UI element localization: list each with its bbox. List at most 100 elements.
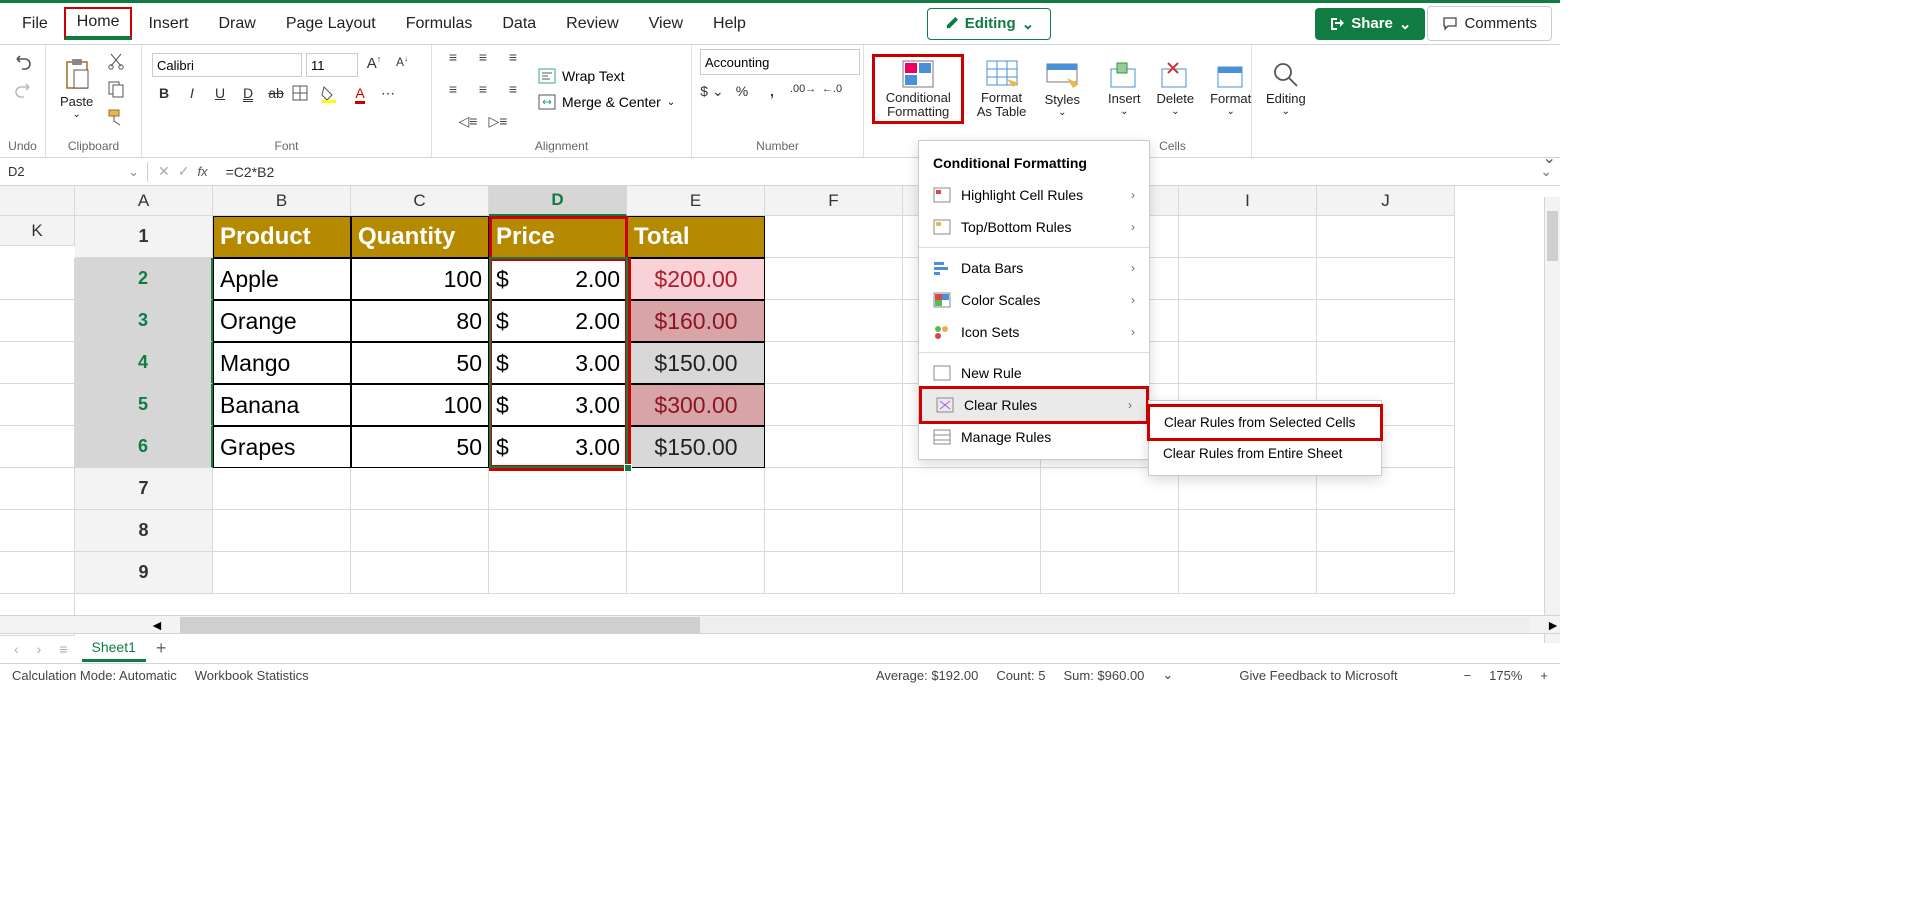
tab-nav-prev[interactable]: ‹: [10, 641, 23, 657]
cell[interactable]: [351, 510, 489, 552]
cell[interactable]: Mango: [213, 342, 351, 384]
cell[interactable]: Quantity: [351, 216, 489, 258]
calc-mode[interactable]: Calculation Mode: Automatic: [12, 668, 177, 683]
cell[interactable]: [1041, 552, 1179, 594]
fx-icon[interactable]: fx: [197, 164, 207, 179]
share-button[interactable]: Share ⌄: [1315, 8, 1425, 40]
italic-button[interactable]: I: [180, 85, 204, 107]
cell[interactable]: 50: [351, 342, 489, 384]
cell[interactable]: Orange: [213, 300, 351, 342]
cell[interactable]: [765, 216, 903, 258]
cell[interactable]: $300.00: [627, 384, 765, 426]
cell[interactable]: [213, 510, 351, 552]
row-header[interactable]: 5: [75, 384, 213, 426]
align-top-button[interactable]: ≡: [440, 44, 466, 70]
cell[interactable]: [1317, 342, 1455, 384]
cell[interactable]: [213, 468, 351, 510]
cell[interactable]: [765, 342, 903, 384]
cf-icon-sets[interactable]: Icon Sets›: [919, 316, 1149, 348]
cell[interactable]: [627, 510, 765, 552]
row-header[interactable]: 7: [75, 468, 213, 510]
font-color-button[interactable]: A: [348, 85, 372, 107]
cell[interactable]: [0, 300, 75, 342]
row-header[interactable]: 2: [75, 258, 213, 300]
merge-center-button[interactable]: Merge & Center ⌄: [538, 94, 675, 110]
underline-button[interactable]: U: [208, 85, 232, 107]
editing-group-button[interactable]: Editing⌄: [1260, 59, 1312, 119]
cell[interactable]: [0, 552, 75, 594]
number-format-select[interactable]: [700, 49, 860, 75]
cell[interactable]: [489, 510, 627, 552]
cell[interactable]: [0, 468, 75, 510]
cell[interactable]: 100: [351, 384, 489, 426]
clear-rules-selected-cells[interactable]: Clear Rules from Selected Cells: [1147, 404, 1383, 441]
cell[interactable]: $150.00: [627, 342, 765, 384]
tab-page-layout[interactable]: Page Layout: [272, 7, 390, 41]
delete-cells-button[interactable]: Delete⌄: [1151, 59, 1201, 119]
cell[interactable]: [1317, 510, 1455, 552]
tab-home[interactable]: Home: [64, 7, 133, 40]
cell[interactable]: [1179, 342, 1317, 384]
decrease-decimal-button[interactable]: ←.0: [820, 83, 844, 105]
font-name-select[interactable]: [152, 53, 302, 77]
font-size-select[interactable]: [306, 53, 358, 77]
add-sheet-button[interactable]: +: [156, 638, 167, 659]
feedback-link[interactable]: Give Feedback to Microsoft: [1239, 668, 1397, 683]
workbook-stats[interactable]: Workbook Statistics: [195, 668, 309, 683]
cf-data-bars[interactable]: Data Bars›: [919, 252, 1149, 284]
row-header[interactable]: 8: [75, 510, 213, 552]
wrap-text-button[interactable]: Wrap Text: [538, 68, 625, 84]
cell[interactable]: [0, 258, 75, 300]
mode-editing-button[interactable]: Editing ⌄: [927, 8, 1051, 40]
more-font-button[interactable]: ⋯: [376, 85, 400, 107]
tab-view[interactable]: View: [635, 7, 697, 41]
zoom-level[interactable]: 175%: [1489, 668, 1522, 683]
tab-file[interactable]: File: [8, 7, 62, 41]
cell-styles-button[interactable]: Styles ⌄: [1039, 58, 1086, 120]
cell[interactable]: [489, 468, 627, 510]
cell[interactable]: [0, 384, 75, 426]
column-header[interactable]: B: [213, 186, 351, 216]
cell[interactable]: $3.00: [489, 426, 627, 468]
column-header[interactable]: E: [627, 186, 765, 216]
cell[interactable]: [1179, 510, 1317, 552]
cell[interactable]: [1041, 510, 1179, 552]
cell[interactable]: $2.00: [489, 300, 627, 342]
align-bottom-button[interactable]: ≡: [500, 44, 526, 70]
column-header[interactable]: K: [0, 216, 75, 246]
name-box[interactable]: D2⌄: [0, 162, 148, 182]
currency-button[interactable]: $ ⌄: [700, 83, 724, 105]
cf-clear-rules[interactable]: Clear Rules›: [919, 386, 1149, 424]
cell[interactable]: [0, 510, 75, 552]
percent-button[interactable]: %: [730, 83, 754, 105]
row-header[interactable]: 6: [75, 426, 213, 468]
strikethrough-button[interactable]: ab: [264, 85, 288, 107]
status-options[interactable]: ⌄: [1162, 667, 1173, 683]
align-middle-button[interactable]: ≡: [470, 44, 496, 70]
cell[interactable]: [0, 426, 75, 468]
increase-font-button[interactable]: A↑: [362, 54, 386, 76]
align-center-button[interactable]: ≡: [470, 76, 496, 102]
cell[interactable]: [1317, 216, 1455, 258]
fill-color-button[interactable]: [320, 85, 344, 107]
cell[interactable]: [1317, 258, 1455, 300]
row-header[interactable]: 4: [75, 342, 213, 384]
cell[interactable]: Total: [627, 216, 765, 258]
cell[interactable]: Product: [213, 216, 351, 258]
tab-review[interactable]: Review: [552, 7, 632, 41]
cell[interactable]: 50: [351, 426, 489, 468]
row-header[interactable]: 1: [75, 216, 213, 258]
cell[interactable]: [765, 258, 903, 300]
column-header[interactable]: J: [1317, 186, 1455, 216]
cell[interactable]: [1179, 552, 1317, 594]
align-right-button[interactable]: ≡: [500, 76, 526, 102]
cell[interactable]: 80: [351, 300, 489, 342]
column-header[interactable]: A: [75, 186, 213, 216]
sheet-tab-sheet1[interactable]: Sheet1: [82, 635, 146, 662]
cell[interactable]: [0, 342, 75, 384]
cell[interactable]: $2.00: [489, 258, 627, 300]
zoom-in-button[interactable]: +: [1540, 668, 1548, 683]
redo-button[interactable]: [10, 77, 36, 103]
cell[interactable]: [351, 468, 489, 510]
format-as-table-button[interactable]: Format As Table: [968, 57, 1034, 122]
